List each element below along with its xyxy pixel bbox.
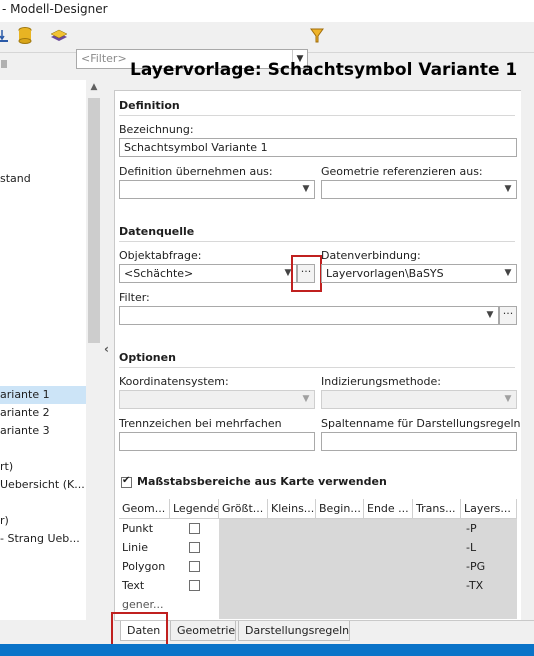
tree-item-selected[interactable]: ariante 1 bbox=[0, 386, 86, 404]
massstab-checkbox[interactable] bbox=[121, 475, 132, 488]
indizierung-label: Indizierungsmethode: bbox=[321, 375, 441, 388]
divider bbox=[119, 367, 515, 368]
column-header[interactable]: Layers... bbox=[461, 499, 517, 519]
table-cell[interactable]: -L bbox=[463, 538, 517, 557]
section-optionen: Optionen bbox=[119, 351, 176, 364]
small-tool-icon[interactable] bbox=[0, 56, 10, 72]
uebernehmen-select[interactable]: ▼ bbox=[119, 180, 315, 199]
bezeichnung-input[interactable]: Schachtsymbol Variante 1 bbox=[119, 138, 517, 157]
form-panel: Definition Bezeichnung: Schachtsymbol Va… bbox=[114, 90, 522, 622]
uebernehmen-label: Definition übernehmen aus: bbox=[119, 165, 273, 178]
geometrie-label: Geometrie referenzieren aus: bbox=[321, 165, 483, 178]
highlight-box bbox=[291, 255, 322, 292]
chevron-down-icon[interactable]: ▼ bbox=[482, 307, 498, 324]
legende-checkbox[interactable] bbox=[189, 542, 200, 553]
indizierung-select[interactable]: ▼ bbox=[321, 390, 517, 409]
column-header[interactable]: Ende ... bbox=[364, 499, 413, 519]
section-definition: Definition bbox=[119, 99, 180, 112]
chevron-down-icon[interactable]: ▼ bbox=[500, 265, 516, 282]
table-cell[interactable]: Text bbox=[119, 576, 170, 595]
funnel-filter-icon[interactable] bbox=[310, 28, 324, 44]
massstab-label: Maßstabsbereiche aus Karte verwenden bbox=[137, 475, 387, 488]
koordinatensystem-select[interactable]: ▼ bbox=[119, 390, 315, 409]
bezeichnung-label: Bezeichnung: bbox=[119, 123, 194, 136]
column-header[interactable]: Begin... bbox=[316, 499, 364, 519]
status-bar bbox=[0, 644, 534, 656]
geometrie-select[interactable]: ▼ bbox=[321, 180, 517, 199]
title-bar: - Modell-Designer bbox=[0, 0, 534, 22]
column-header[interactable]: Kleins... bbox=[268, 499, 316, 519]
chevron-down-icon[interactable]: ▼ bbox=[500, 391, 516, 408]
panel-splitter[interactable]: ‹ bbox=[102, 80, 114, 620]
column-header[interactable]: Legende bbox=[170, 499, 219, 519]
column-header[interactable]: Geom... bbox=[119, 499, 170, 519]
tree-item[interactable]: rt) bbox=[0, 458, 86, 476]
section-datenquelle: Datenquelle bbox=[119, 225, 195, 238]
scroll-up-icon[interactable]: ▲ bbox=[86, 82, 102, 92]
divider bbox=[119, 115, 515, 116]
column-header[interactable]: Größt... bbox=[219, 499, 268, 519]
table-cell[interactable]: -TX bbox=[463, 576, 517, 595]
tree-panel: stand ariante 1 ariante 2 ariante 3 rt) … bbox=[0, 80, 87, 620]
download-arrow-icon[interactable] bbox=[0, 28, 10, 44]
datenverbindung-label: Datenverbindung: bbox=[321, 249, 421, 262]
objektabfrage-label: Objektabfrage: bbox=[119, 249, 202, 262]
table-cell[interactable]: Punkt bbox=[119, 519, 170, 538]
chevron-down-icon[interactable]: ▼ bbox=[500, 181, 516, 198]
tree-item[interactable]: Uebersicht (K... bbox=[0, 476, 86, 494]
form-scrollbar[interactable] bbox=[521, 90, 534, 620]
table-cell[interactable]: -P bbox=[463, 519, 517, 538]
table-cell[interactable]: -PG bbox=[463, 557, 517, 576]
spaltenname-label: Spaltenname für Darstellungsregeln: bbox=[321, 417, 522, 430]
tree-scrollbar[interactable]: ▲ bbox=[86, 80, 102, 620]
legende-checkbox[interactable] bbox=[189, 580, 200, 591]
datenverbindung-value: Layervorlagen\BaSYS bbox=[326, 267, 444, 280]
trennzeichen-label: Trennzeichen bei mehrfachen bbox=[119, 417, 282, 430]
filter-label: Filter: bbox=[119, 291, 150, 304]
disabled-cells bbox=[219, 519, 461, 619]
page-title: Layervorlage: Schachtsymbol Variante 1 bbox=[130, 60, 518, 80]
filter-browse-button[interactable]: ··· bbox=[499, 306, 517, 325]
database-icon[interactable] bbox=[18, 27, 32, 45]
tree-item[interactable]: - Strang Ueb... bbox=[0, 530, 86, 548]
legende-checkbox[interactable] bbox=[189, 561, 200, 572]
bezeichnung-value: Schachtsymbol Variante 1 bbox=[124, 141, 268, 154]
column-header[interactable]: Trans... bbox=[413, 499, 461, 519]
table-cell[interactable]: Polygon bbox=[119, 557, 170, 576]
trennzeichen-input[interactable] bbox=[119, 432, 315, 451]
table-cell[interactable]: Linie bbox=[119, 538, 170, 557]
objektabfrage-value: <Schächte> bbox=[124, 267, 194, 280]
toolbar: <Filter> ▼ bbox=[0, 22, 534, 69]
window-title: - Modell-Designer bbox=[2, 2, 108, 16]
legende-checkbox[interactable] bbox=[189, 523, 200, 534]
scroll-thumb[interactable] bbox=[88, 98, 100, 343]
spaltenname-input[interactable] bbox=[321, 432, 517, 451]
chevron-down-icon[interactable]: ▼ bbox=[298, 181, 314, 198]
layers-icon[interactable] bbox=[50, 27, 68, 45]
tab-bar: Daten Geometrie Darstellungsregeln bbox=[114, 620, 534, 645]
collapse-left-icon[interactable]: ‹ bbox=[104, 342, 109, 356]
filter-placeholder: <Filter> bbox=[81, 52, 127, 65]
divider bbox=[119, 241, 515, 242]
chevron-down-icon[interactable]: ▼ bbox=[298, 391, 314, 408]
tree-item[interactable]: r) bbox=[0, 512, 86, 530]
tree-item[interactable]: stand bbox=[0, 170, 86, 188]
filter-select[interactable]: ▼ bbox=[119, 306, 499, 325]
tree-item[interactable]: ariante 2 bbox=[0, 404, 86, 422]
koordinatensystem-label: Koordinatensystem: bbox=[119, 375, 229, 388]
datenverbindung-select[interactable]: Layervorlagen\BaSYS ▼ bbox=[321, 264, 517, 283]
objektabfrage-select[interactable]: <Schächte> ▼ bbox=[119, 264, 297, 283]
tab-geometrie[interactable]: Geometrie bbox=[170, 621, 236, 641]
tab-darstellungsregeln[interactable]: Darstellungsregeln bbox=[238, 621, 350, 641]
tree-item[interactable]: ariante 3 bbox=[0, 422, 86, 440]
